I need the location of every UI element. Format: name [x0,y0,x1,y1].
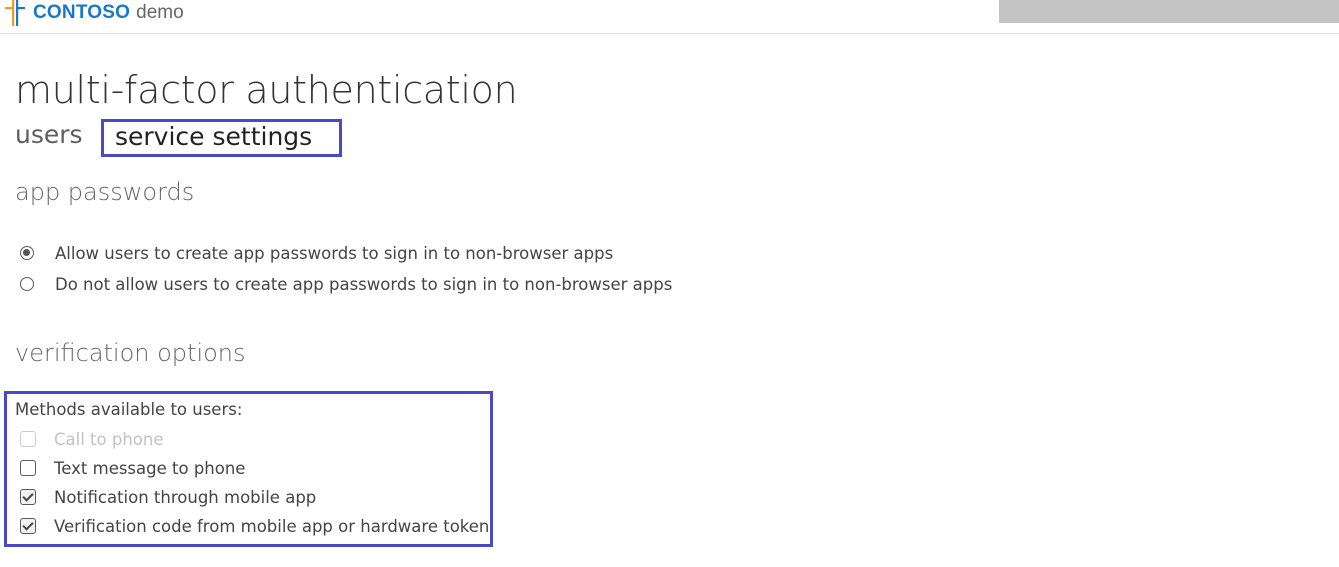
tab-service-settings[interactable]: service settings [101,119,342,157]
checkbox-checked[interactable] [20,489,36,505]
brand-name: CONTOSO [33,2,131,23]
verification-options-heading: verification options [15,339,246,367]
app-passwords-heading: app passwords [15,178,195,206]
checkbox[interactable] [20,460,36,476]
top-right-redacted-bar [999,0,1339,23]
tab-users[interactable]: users [15,118,83,152]
contoso-cross-icon [5,0,25,26]
methods-label: Methods available to users: [15,400,243,419]
radio-label: Do not allow users to create app passwor… [55,274,673,294]
checkbox-label: Verification code from mobile app or har… [54,516,490,536]
radio-button-selected[interactable] [20,246,34,260]
checkbox-label: Text message to phone [54,458,246,478]
radio-button[interactable] [20,277,34,291]
radio-label: Allow users to create app passwords to s… [55,243,614,263]
page-title: multi-factor authentication [15,68,518,112]
checkbox-label: Notification through mobile app [54,487,317,507]
checkbox-checked[interactable] [20,518,36,534]
method-call-to-phone: Call to phone [20,428,164,450]
radio-allow-app-passwords[interactable]: Allow users to create app passwords to s… [20,242,613,264]
contoso-logo[interactable]: CONTOSO demo [3,0,184,26]
checkbox-label: Call to phone [54,429,164,449]
method-text-message[interactable]: Text message to phone [20,457,245,479]
radio-disallow-app-passwords[interactable]: Do not allow users to create app passwor… [20,273,672,295]
method-verification-code[interactable]: Verification code from mobile app or har… [20,515,489,537]
method-mobile-app-notification[interactable]: Notification through mobile app [20,486,316,508]
brand-suffix: demo [136,2,184,23]
top-bar: CONTOSO demo [0,0,1339,34]
checkbox-disabled [20,431,36,447]
